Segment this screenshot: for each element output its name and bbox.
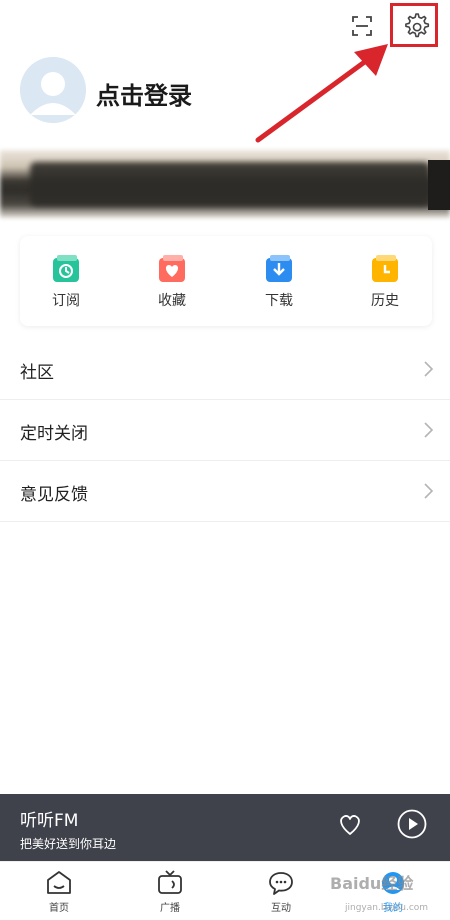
- quick-item-label: 下载: [265, 293, 293, 309]
- nav-home[interactable]: 首页: [24, 870, 94, 914]
- heart-icon[interactable]: [336, 810, 364, 838]
- download-icon: [266, 255, 292, 282]
- tv-icon: [158, 870, 182, 894]
- menu-item-label: 定时关闭: [20, 424, 88, 444]
- play-icon[interactable]: [396, 808, 428, 840]
- quick-access-card: 订阅 收藏 下载 历史: [20, 236, 432, 326]
- banner-edge: [428, 160, 450, 210]
- scan-icon[interactable]: [350, 14, 374, 38]
- banner-content: [30, 162, 430, 206]
- chat-icon: [269, 872, 293, 895]
- nav-label: 互动: [271, 903, 291, 914]
- quick-item-label: 收藏: [158, 293, 186, 309]
- nav-broadcast[interactable]: 广播: [135, 870, 205, 914]
- history-icon: [372, 255, 398, 282]
- quick-item-download[interactable]: 下载: [234, 254, 324, 310]
- quick-item-label: 订阅: [52, 293, 80, 309]
- menu-item-community[interactable]: 社区: [0, 340, 450, 400]
- login-label[interactable]: 点击登录: [96, 76, 192, 111]
- nav-label: 首页: [49, 903, 69, 914]
- nav-label: 广播: [160, 903, 180, 914]
- menu-item-label: 社区: [20, 363, 54, 383]
- quick-item-history[interactable]: 历史: [340, 254, 430, 310]
- chevron-right-icon: [424, 422, 434, 438]
- player-title: 听听FM: [20, 811, 79, 831]
- avatar[interactable]: [20, 57, 86, 123]
- favorite-icon: [159, 255, 185, 282]
- watermark-url: jingyan.baidu.com: [345, 903, 429, 913]
- watermark-text: Baidu经验: [330, 874, 414, 893]
- menu-item-feedback[interactable]: 意见反馈: [0, 462, 450, 522]
- default-avatar-icon: [20, 57, 86, 123]
- top-bar: [0, 0, 450, 56]
- quick-item-subscribe[interactable]: 订阅: [21, 254, 111, 310]
- chevron-right-icon: [424, 361, 434, 377]
- player-subtitle: 把美好送到你耳边: [20, 837, 117, 851]
- settings-highlight-box: [390, 3, 438, 47]
- menu-item-sleep-timer[interactable]: 定时关闭: [0, 401, 450, 461]
- quick-item-favorite[interactable]: 收藏: [127, 254, 217, 310]
- quick-item-label: 历史: [371, 293, 399, 309]
- subscribe-icon: [53, 255, 79, 282]
- mini-player[interactable]: 听听FM 把美好送到你耳边: [0, 794, 450, 861]
- chevron-right-icon: [424, 483, 434, 499]
- home-icon: [47, 871, 71, 894]
- nav-interact[interactable]: 互动: [246, 870, 316, 914]
- menu-item-label: 意见反馈: [20, 485, 88, 505]
